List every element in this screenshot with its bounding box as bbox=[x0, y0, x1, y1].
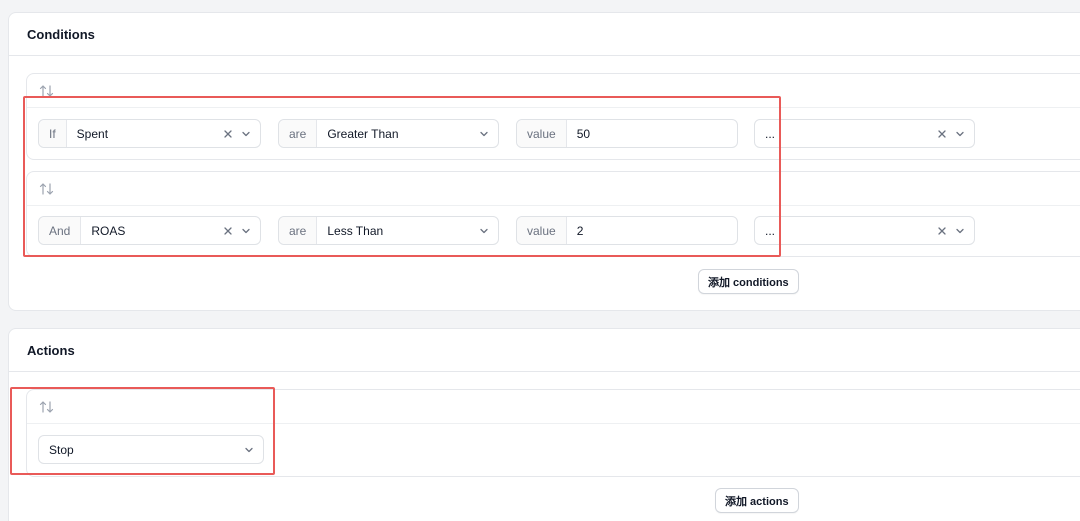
clear-icon[interactable] bbox=[936, 128, 948, 140]
actions-title: Actions bbox=[27, 342, 75, 358]
sort-arrows-icon[interactable] bbox=[39, 400, 55, 414]
condition-1-extra-value: ... bbox=[765, 126, 776, 141]
condition-1-operator-value: Greater Than bbox=[327, 126, 399, 141]
condition-2-extra-select[interactable]: ... bbox=[754, 216, 975, 245]
condition-2-extra-value: ... bbox=[765, 223, 776, 238]
chevron-down-icon[interactable] bbox=[478, 225, 490, 237]
chevron-down-icon[interactable] bbox=[954, 225, 966, 237]
condition-1-value-input[interactable]: value 50 bbox=[516, 119, 738, 148]
clear-icon[interactable] bbox=[222, 225, 234, 237]
condition-2-value-prefix: value bbox=[517, 217, 567, 244]
chevron-down-icon[interactable] bbox=[240, 225, 252, 237]
condition-1-value: 50 bbox=[576, 126, 591, 141]
condition-1-operator-select[interactable]: are Greater Than bbox=[278, 119, 499, 148]
condition-1-field-value: Spent bbox=[76, 126, 109, 141]
action-1-value: Stop bbox=[49, 442, 74, 457]
condition-1-value-prefix: value bbox=[517, 120, 567, 147]
conditions-header: Conditions bbox=[9, 13, 1080, 56]
chevron-down-icon[interactable] bbox=[240, 128, 252, 140]
action-1-select[interactable]: Stop bbox=[38, 435, 264, 464]
sort-arrows-icon[interactable] bbox=[39, 84, 55, 98]
sort-arrows-icon[interactable] bbox=[39, 182, 55, 196]
actions-header: Actions bbox=[9, 329, 1080, 372]
condition-2-operator-select[interactable]: are Less Than bbox=[278, 216, 499, 245]
clear-icon[interactable] bbox=[936, 225, 948, 237]
condition-2-value-input[interactable]: value 2 bbox=[516, 216, 738, 245]
condition-2-operator-prefix: are bbox=[279, 217, 318, 244]
condition-1-extra-select[interactable]: ... bbox=[754, 119, 975, 148]
condition-1-operator-prefix: are bbox=[279, 120, 318, 147]
actions-card: Actions Stop 添加 actions bbox=[8, 328, 1080, 521]
clear-icon[interactable] bbox=[222, 128, 234, 140]
conditions-title: Conditions bbox=[27, 26, 95, 42]
add-conditions-button[interactable]: 添加 conditions bbox=[698, 269, 799, 294]
condition-1-connector: If bbox=[39, 120, 67, 147]
condition-2-connector: And bbox=[39, 217, 82, 244]
condition-2-field-value: ROAS bbox=[91, 223, 126, 238]
condition-2-field-select[interactable]: And ROAS bbox=[38, 216, 261, 245]
chevron-down-icon[interactable] bbox=[954, 128, 966, 140]
condition-2-value: 2 bbox=[576, 223, 584, 238]
condition-1-field-select[interactable]: If Spent bbox=[38, 119, 261, 148]
conditions-card: Conditions If Spent are Greater Than val… bbox=[8, 12, 1080, 311]
add-actions-button[interactable]: 添加 actions bbox=[715, 488, 799, 513]
chevron-down-icon[interactable] bbox=[243, 444, 255, 456]
chevron-down-icon[interactable] bbox=[478, 128, 490, 140]
condition-2-operator-value: Less Than bbox=[327, 223, 384, 238]
